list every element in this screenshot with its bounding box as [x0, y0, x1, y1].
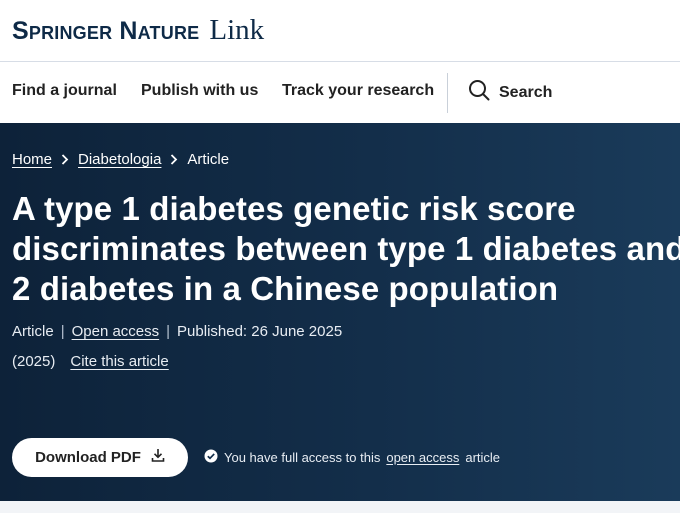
breadcrumb-current: Article: [187, 151, 230, 168]
access-notice: You have full access to this open access…: [204, 449, 500, 466]
download-pdf-label: Download PDF: [35, 449, 141, 466]
open-access-info-link[interactable]: open access: [386, 450, 459, 465]
article-citation: (2025) Cite this article: [12, 353, 169, 370]
search-icon: [468, 79, 490, 106]
cite-this-article-link[interactable]: Cite this article: [70, 353, 168, 370]
main-nav: Find a journal Publish with us Track you…: [0, 63, 680, 123]
chevron-right-icon: [61, 154, 69, 165]
springer-nature-link-logo[interactable]: Springer Nature Link: [12, 14, 264, 47]
nav-divider: [447, 73, 448, 113]
check-circle-icon: [204, 449, 218, 466]
logo-product: Link: [209, 14, 265, 46]
meta-divider: |: [166, 323, 171, 340]
access-suffix: article: [465, 450, 501, 465]
search-label: Search: [499, 83, 553, 101]
access-text: You have full access to this: [224, 450, 381, 465]
nav-track-your-research[interactable]: Track your research: [282, 82, 434, 100]
chevron-right-icon: [170, 154, 178, 165]
breadcrumb-home[interactable]: Home: [12, 151, 52, 168]
download-icon: [151, 448, 165, 467]
download-pdf-button[interactable]: Download PDF: [12, 438, 188, 477]
article-meta: Article | Open access | Published: 26 Ju…: [12, 323, 342, 340]
search-button[interactable]: Search: [468, 79, 552, 106]
nav-publish-with-us[interactable]: Publish with us: [141, 82, 258, 100]
open-access-link[interactable]: Open access: [72, 323, 160, 340]
nav-find-a-journal[interactable]: Find a journal: [12, 82, 117, 100]
article-header: Home Diabetologia Article A type 1 diabe…: [0, 123, 680, 501]
article-year: (2025): [12, 353, 56, 370]
meta-divider: |: [60, 323, 65, 340]
article-type: Article: [12, 323, 54, 340]
breadcrumb-journal[interactable]: Diabetologia: [78, 151, 161, 168]
published-date: Published: 26 June 2025: [177, 323, 343, 340]
article-title: A type 1 diabetes genetic risk score dis…: [12, 190, 680, 307]
brand-bar: Springer Nature Link: [0, 0, 680, 62]
page-body-edge: [0, 501, 680, 513]
logo-publisher: Springer Nature: [12, 17, 200, 45]
breadcrumb: Home Diabetologia Article: [12, 151, 229, 168]
